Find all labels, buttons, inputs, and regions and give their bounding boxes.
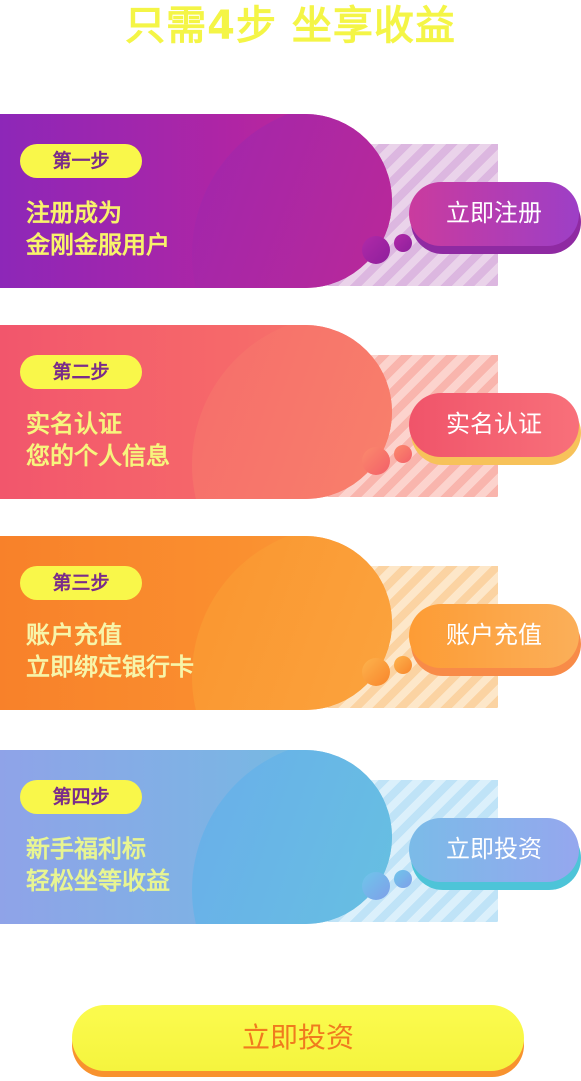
arc-decoration [192,750,392,924]
arc-decoration [192,114,392,288]
step-card-3: 第三步 账户充值 立即绑定银行卡 账户充值 [0,536,581,716]
verify-identity-button[interactable]: 实名认证 [409,393,579,457]
bottom-invest-button[interactable]: 立即投资 [72,1005,524,1071]
step-description: 注册成为 金刚金服用户 [26,197,170,261]
step-description: 账户充值 立即绑定银行卡 [26,619,194,683]
arc-decoration [192,325,392,499]
step-description: 新手福利标 轻松坐等收益 [26,833,170,897]
step-card-4: 第四步 新手福利标 轻松坐等收益 立即投资 [0,750,581,930]
step-badge: 第三步 [20,566,142,600]
step-description-line: 立即绑定银行卡 [26,653,194,681]
bubble-decoration [362,447,390,475]
bubble-decoration [362,236,390,264]
step-description-line: 注册成为 [26,199,122,227]
arc-decoration [192,536,392,710]
step-card-2: 第二步 实名认证 您的个人信息 实名认证 [0,325,581,505]
bubble-decoration [394,870,412,888]
page-headline: 只需4步 坐享收益 [125,3,456,49]
bubble-decoration [394,234,412,252]
step-description-line: 您的个人信息 [26,442,170,470]
step-description-line: 金刚金服用户 [26,231,170,259]
invest-now-button[interactable]: 立即投资 [409,818,579,882]
step-card-1: 第一步 注册成为 金刚金服用户 立即注册 [0,114,581,294]
step-description: 实名认证 您的个人信息 [26,408,170,472]
bubble-decoration [362,658,390,686]
step-badge: 第四步 [20,780,142,814]
step-badge: 第二步 [20,355,142,389]
page: 只需4步 坐享收益 第一步 注册成为 金刚金服用户 立即注册 第二步 实名认证 … [0,0,581,1081]
bubble-decoration [394,656,412,674]
invest-section: 立即投资 [72,1005,524,1077]
step-badge: 第一步 [20,144,142,178]
recharge-button[interactable]: 账户充值 [409,604,579,668]
register-button[interactable]: 立即注册 [409,182,579,246]
bubble-decoration [394,445,412,463]
bubble-decoration [362,872,390,900]
step-description-line: 实名认证 [26,410,122,438]
step-description-line: 账户充值 [26,621,122,649]
step-description-line: 新手福利标 [26,835,146,863]
step-description-line: 轻松坐等收益 [26,867,170,895]
